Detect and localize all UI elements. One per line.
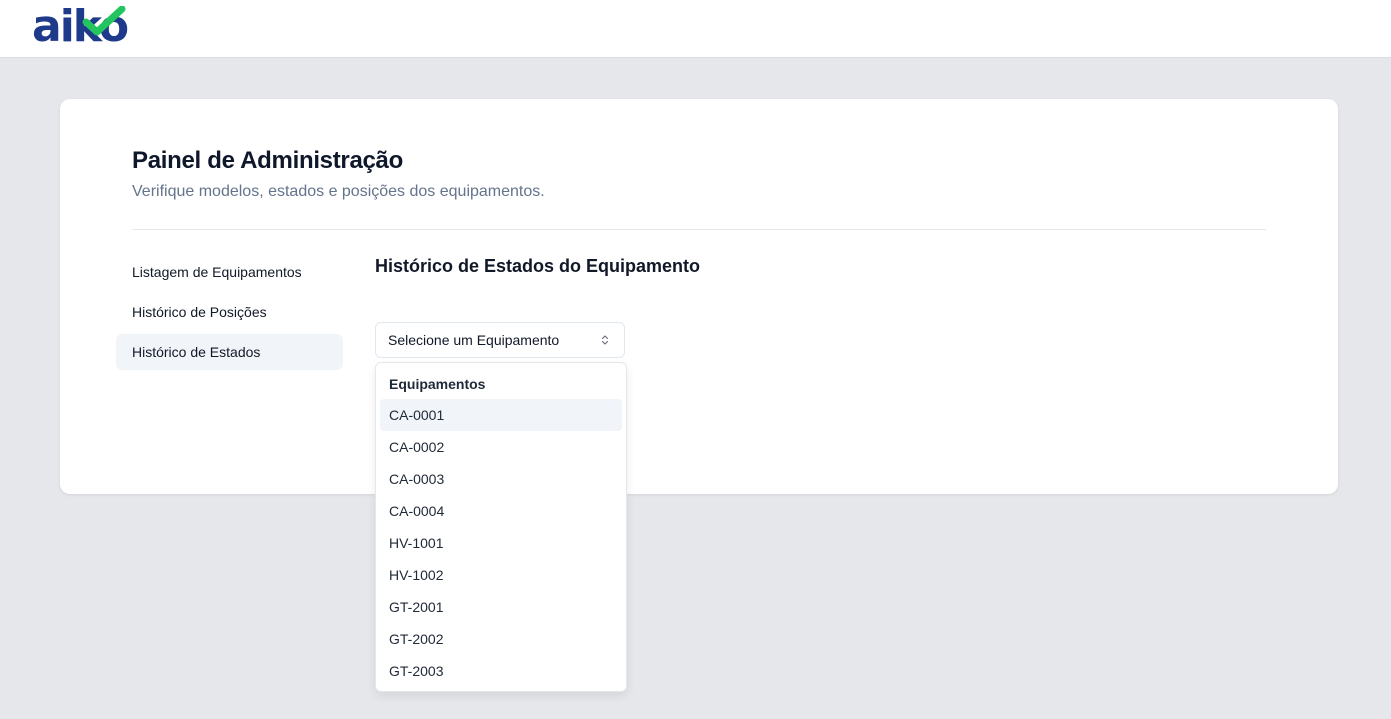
dropdown-option[interactable]: GT-2003 (380, 655, 622, 687)
aiko-logo[interactable]: aiko (32, 4, 129, 50)
dropdown-option[interactable]: CA-0004 (380, 495, 622, 527)
dropdown-option[interactable]: HV-1002 (380, 559, 622, 591)
page-title: Painel de Administração (132, 147, 403, 174)
top-navbar: aiko (0, 0, 1391, 58)
dropdown-option[interactable]: CA-0001 (380, 399, 622, 431)
admin-panel-card: Painel de Administração Verifique modelo… (60, 99, 1338, 494)
chevrons-up-down-icon (601, 335, 609, 345)
dropdown-option[interactable]: CA-0003 (380, 463, 622, 495)
section-title: Histórico de Estados do Equipamento (375, 256, 701, 276)
check-icon (82, 6, 126, 36)
sidebar-nav: Listagem de Equipamentos Histórico de Po… (116, 254, 343, 374)
equipment-dropdown: Equipamentos CA-0001 CA-0002 CA-0003 CA-… (375, 362, 627, 692)
equipment-select[interactable]: Selecione um Equipamento (375, 322, 625, 358)
dropdown-option[interactable]: GT-2002 (380, 623, 622, 655)
sidebar-item-listagem-equipamentos[interactable]: Listagem de Equipamentos (116, 254, 343, 290)
sidebar-item-historico-estados[interactable]: Histórico de Estados (116, 334, 343, 370)
divider (132, 229, 1266, 230)
page-subtitle: Verifique modelos, estados e posições do… (132, 183, 545, 200)
dropdown-group-label: Equipamentos (389, 376, 486, 392)
dropdown-option[interactable]: CA-0002 (380, 431, 622, 463)
sidebar-item-historico-posicoes[interactable]: Histórico de Posições (116, 294, 343, 330)
equipment-select-placeholder: Selecione um Equipamento (388, 332, 560, 348)
dropdown-option[interactable]: HV-1001 (380, 527, 622, 559)
dropdown-option[interactable]: GT-2001 (380, 591, 622, 623)
